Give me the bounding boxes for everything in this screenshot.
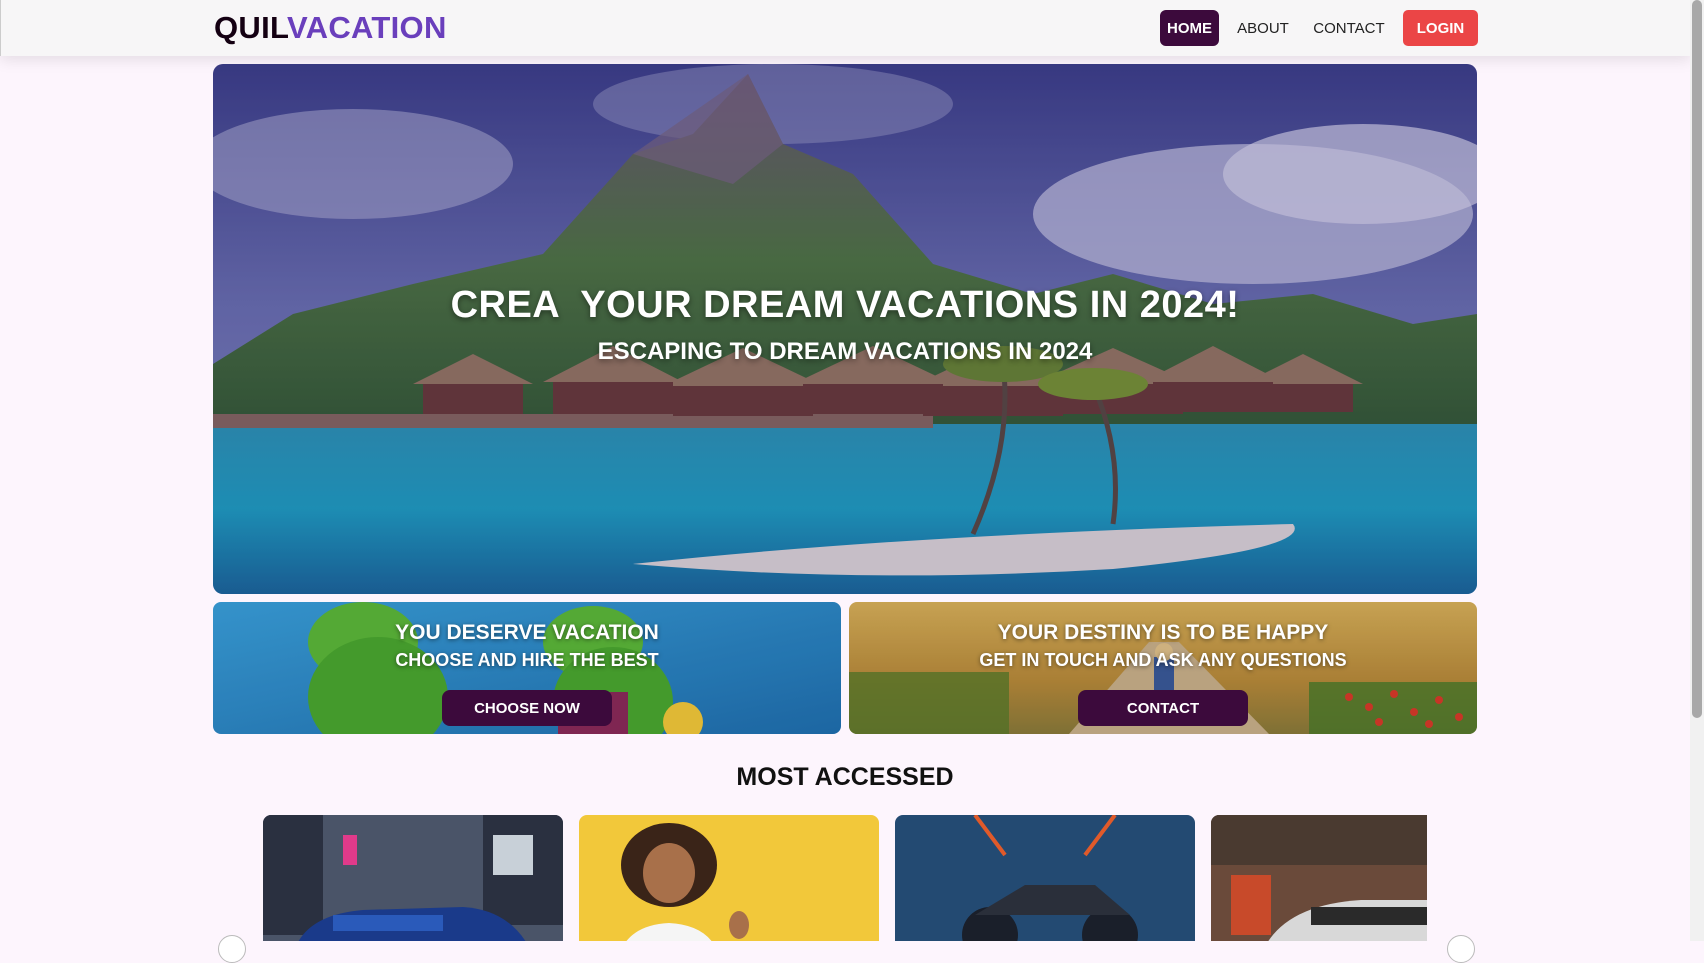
motorcycle-image [895,815,1195,941]
contact-button[interactable]: CONTACT [1078,690,1248,726]
woman-image [579,815,879,941]
logo-vacation: VACATION [286,10,447,45]
carousel-next-button[interactable] [1447,935,1475,963]
sedan-garage-image [1211,815,1427,941]
most-accessed-title: MOST ACCESSED [736,763,954,791]
hero-banner: CREA YOUR DREAM VACATIONS IN 2024! ESCAP… [213,64,1477,594]
nav-home-link[interactable]: HOME [1160,10,1219,46]
most-accessed-carousel [263,815,1427,941]
site-logo[interactable]: QUILVACATION [214,10,447,46]
hero-background-image [213,64,1477,594]
scrollbar-thumb[interactable] [1692,0,1702,718]
promo-card-happy: YOUR DESTINY IS TO BE HAPPY GET IN TOUCH… [849,602,1477,734]
promo-card-vacation: YOU DESERVE VACATION CHOOSE AND HIRE THE… [213,602,841,734]
login-button[interactable]: LOGIN [1403,10,1478,46]
hero-subtitle: ESCAPING TO DREAM VACATIONS IN 2024 [597,338,1093,365]
carousel-card-car[interactable] [263,815,563,941]
promo-subtitle: CHOOSE AND HIRE THE BEST [395,650,659,670]
site-header: QUILVACATION HOME ABOUT CONTACT LOGIN [0,0,1691,56]
choose-now-button[interactable]: CHOOSE NOW [442,690,612,726]
page-scrollbar[interactable] [1690,0,1704,941]
promo-title: YOU DESERVE VACATION [395,621,659,644]
logo-quil: QUIL [214,10,287,45]
hero-title: CREA YOUR DREAM VACATIONS IN 2024! [450,284,1240,326]
carousel-card-sedan[interactable] [1211,815,1427,941]
car-city-image [263,815,563,941]
promo-subtitle: GET IN TOUCH AND ASK ANY QUESTIONS [979,650,1347,670]
nav-about-link[interactable]: ABOUT [1234,10,1292,46]
carousel-prev-button[interactable] [218,935,246,963]
carousel-card-woman[interactable] [579,815,879,941]
nav-contact-link[interactable]: CONTACT [1312,10,1386,46]
carousel-card-motorcycle[interactable] [895,815,1195,941]
promo-title: YOUR DESTINY IS TO BE HAPPY [997,621,1329,644]
